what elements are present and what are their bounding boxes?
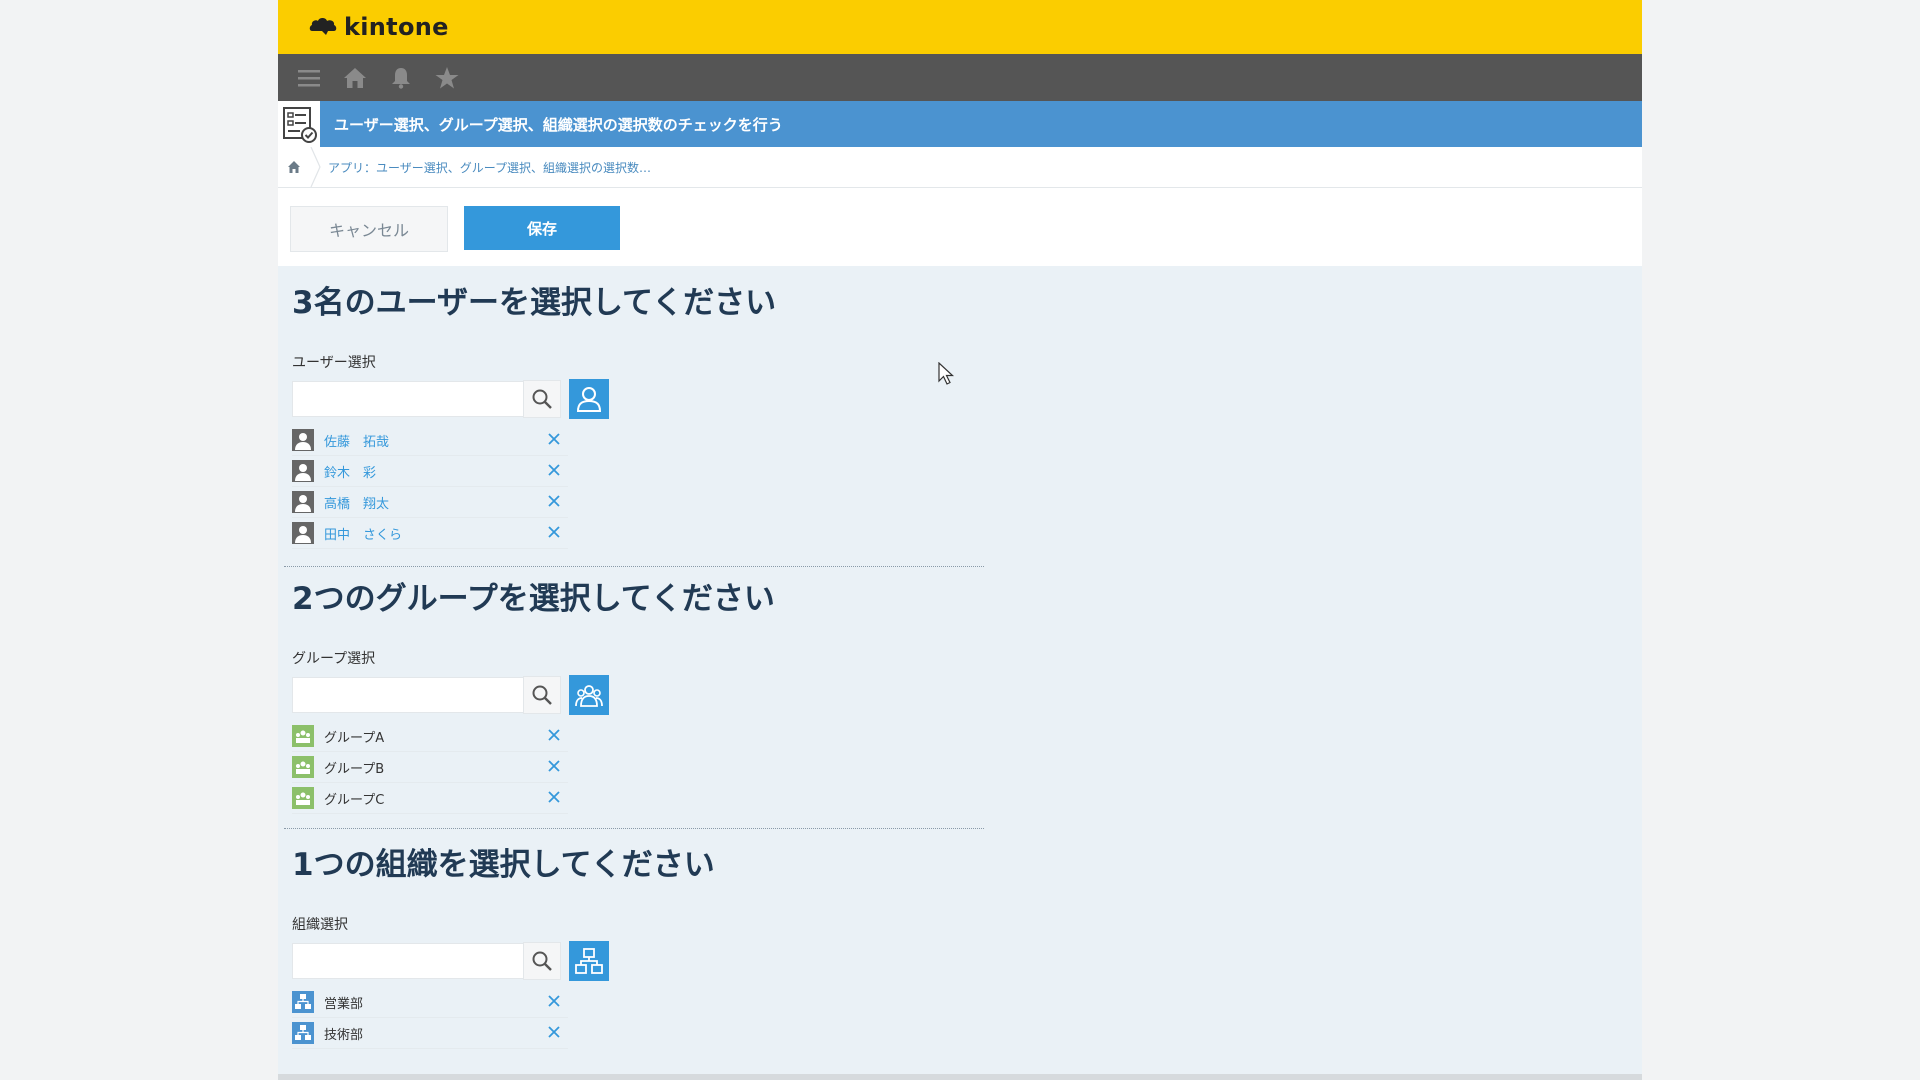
org-search-button[interactable]: [523, 942, 561, 980]
org-field-label: 組織選択: [292, 917, 348, 933]
list-item: 高橋 翔太: [292, 487, 568, 518]
user-avatar-icon: [292, 491, 314, 513]
user-search-input[interactable]: [292, 381, 524, 417]
list-item: 田中 さくら: [292, 518, 568, 549]
organization-chart-icon: [575, 948, 603, 974]
remove-icon[interactable]: [546, 758, 562, 774]
user-name-link[interactable]: 田中 さくら: [324, 524, 402, 543]
user-name-link[interactable]: 佐藤 拓哉: [324, 431, 389, 450]
mouse-cursor-icon: [938, 362, 955, 385]
global-navbar: [278, 54, 1642, 101]
org-search-input[interactable]: [292, 943, 524, 979]
list-item: 営業部: [292, 987, 568, 1018]
user-avatar-icon: [292, 429, 314, 451]
group-icon: [575, 685, 603, 707]
bell-icon: [392, 67, 410, 89]
user-name-link[interactable]: 高橋 翔太: [324, 493, 389, 512]
app-title: ユーザー選択、グループ選択、組織選択の選択数のチェックを行う: [334, 115, 783, 134]
breadcrumb: アプリ：ユーザー選択、グループ選択、組織選択の選択数…: [278, 147, 1642, 188]
group-select-button[interactable]: [569, 675, 609, 715]
user-avatar-icon: [292, 522, 314, 544]
menu-icon: [298, 69, 320, 86]
remove-icon[interactable]: [546, 993, 562, 1009]
logo-text: kintone: [344, 13, 449, 41]
app-icon-container: [278, 101, 320, 147]
app-title-bar: ユーザー選択、グループ選択、組織選択の選択数のチェックを行う: [278, 101, 1642, 147]
org-select-button[interactable]: [569, 941, 609, 981]
remove-icon[interactable]: [546, 727, 562, 743]
app-checklist-icon: [283, 107, 317, 143]
user-avatar-icon: [292, 460, 314, 482]
user-selected-list: 佐藤 拓哉 鈴木 彩 高橋 翔太 田中 さくら: [292, 425, 568, 549]
kintone-cloud-icon: [309, 18, 337, 35]
favorites-button[interactable]: [424, 54, 470, 101]
org-selected-list: 営業部 技術部: [292, 987, 568, 1049]
user-name-link[interactable]: 鈴木 彩: [324, 462, 376, 481]
remove-icon[interactable]: [546, 789, 562, 805]
remove-icon[interactable]: [546, 462, 562, 478]
org-section: 1つの組織を選択してください 組織選択 営業部 技術部: [292, 828, 1642, 1068]
list-item: 技術部: [292, 1018, 568, 1049]
user-picker: [292, 379, 609, 419]
group-section-title: 2つのグループを選択してください: [292, 581, 775, 617]
search-icon: [532, 389, 552, 409]
list-item: グループC: [292, 783, 568, 814]
group-badge-icon: [292, 725, 314, 747]
home-icon: [344, 67, 366, 88]
breadcrumb-app-link[interactable]: アプリ：ユーザー選択、グループ選択、組織選択の選択数…: [328, 159, 651, 176]
kintone-logo[interactable]: kintone: [308, 10, 449, 44]
home-button[interactable]: [332, 54, 378, 101]
group-section: 2つのグループを選択してください グループ選択 グループA グループB グループ…: [284, 562, 1642, 829]
group-search-button[interactable]: [523, 676, 561, 714]
search-icon: [532, 685, 552, 705]
bottom-scroll-strip: [278, 1074, 1642, 1080]
organization-name: 営業部: [324, 996, 364, 1012]
org-section-title: 1つの組織を選択してください: [292, 847, 715, 883]
record-action-bar: キャンセル 保存: [278, 188, 1642, 266]
user-search-button[interactable]: [523, 380, 561, 418]
notification-button[interactable]: [378, 54, 424, 101]
remove-icon[interactable]: [546, 1024, 562, 1040]
group-field-label: グループ選択: [292, 651, 376, 667]
organization-badge-icon: [292, 991, 314, 1013]
home-icon: [288, 161, 300, 173]
list-item: 鈴木 彩: [292, 456, 568, 487]
group-selected-list: グループA グループB グループC: [292, 721, 568, 814]
top-header: kintone: [278, 0, 1642, 54]
breadcrumb-separator-icon: [310, 147, 321, 187]
remove-icon[interactable]: [546, 524, 562, 540]
group-badge-icon: [292, 787, 314, 809]
list-item: グループB: [292, 752, 568, 783]
user-field-label: ユーザー選択: [292, 355, 376, 371]
list-item: 佐藤 拓哉: [292, 425, 568, 456]
org-picker: [292, 941, 609, 981]
remove-icon[interactable]: [546, 493, 562, 509]
save-button[interactable]: 保存: [464, 206, 620, 250]
user-section: 3名のユーザーを選択してください ユーザー選択 佐藤 拓哉 鈴木 彩 高橋 翔太…: [284, 266, 1642, 567]
breadcrumb-home[interactable]: [278, 147, 310, 187]
app-window: kintone ユーザー選択、グループ選択、組織選択の選択数のチェックを行う ア…: [278, 0, 1642, 1080]
record-form: 3名のユーザーを選択してください ユーザー選択 佐藤 拓哉 鈴木 彩 高橋 翔太…: [278, 266, 1642, 1068]
list-item: グループA: [292, 721, 568, 752]
search-icon: [532, 951, 552, 971]
group-search-input[interactable]: [292, 677, 524, 713]
star-icon: [435, 66, 459, 88]
organization-name: 技術部: [324, 1027, 364, 1043]
group-name: グループB: [324, 761, 385, 777]
user-section-title: 3名のユーザーを選択してください: [292, 285, 777, 321]
group-picker: [292, 675, 609, 715]
group-name: グループC: [324, 792, 385, 808]
cancel-button[interactable]: キャンセル: [290, 206, 448, 252]
group-badge-icon: [292, 756, 314, 778]
group-name: グループA: [324, 730, 385, 746]
remove-icon[interactable]: [546, 431, 562, 447]
organization-badge-icon: [292, 1022, 314, 1044]
menu-button[interactable]: [286, 54, 332, 101]
user-icon: [576, 387, 602, 412]
user-select-button[interactable]: [569, 379, 609, 419]
